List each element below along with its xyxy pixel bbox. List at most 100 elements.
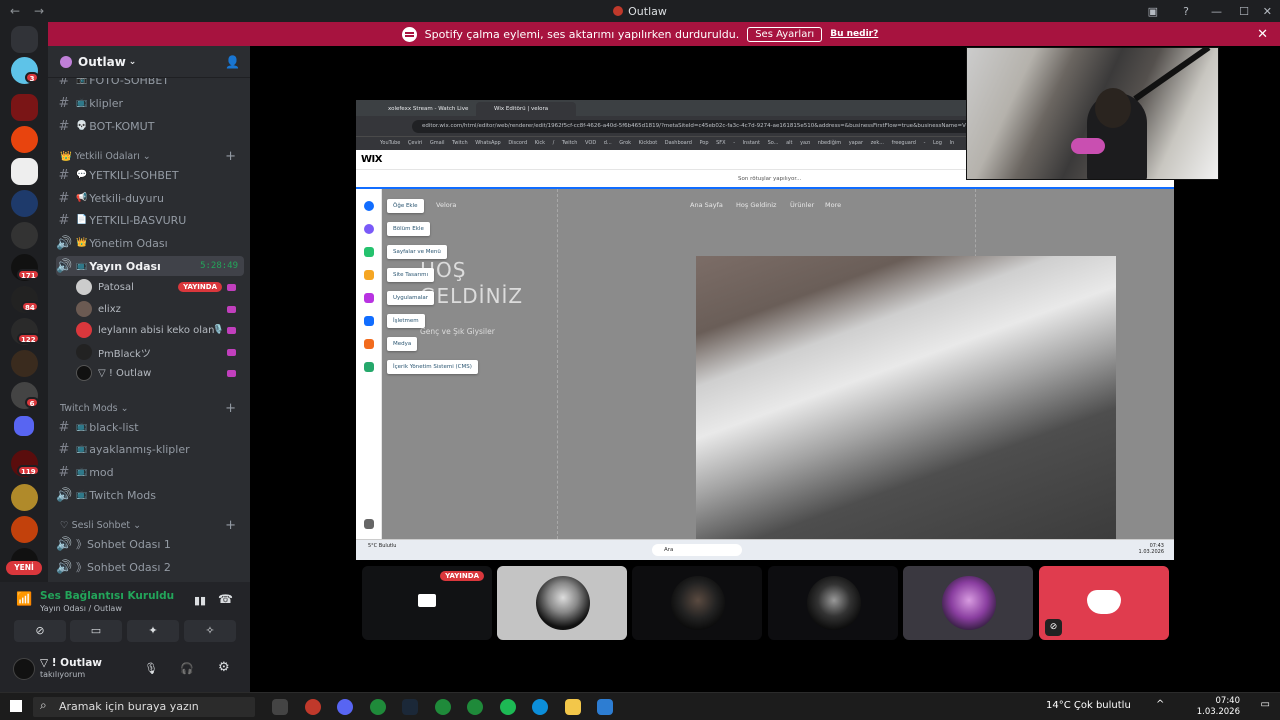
url-field[interactable]: editor.wix.com/html/editor/web/renderer/…: [412, 119, 1012, 133]
noise-suppression-icon[interactable]: ▮▮: [194, 594, 206, 607]
site-nav-item[interactable]: Hoş Geldiniz: [736, 201, 776, 209]
add-channel-icon[interactable]: +: [225, 518, 236, 533]
participant-tile[interactable]: [632, 566, 762, 640]
voice-user[interactable]: PmBlackツ: [76, 342, 242, 362]
server-icon[interactable]: [11, 222, 38, 249]
cms-icon[interactable]: [364, 362, 374, 372]
settings-gear-icon[interactable]: ⚙: [218, 660, 230, 675]
channel-sohbet-odasi-1[interactable]: 🔊 》Sohbet Odası 1: [56, 534, 244, 554]
site-nav-item[interactable]: Ana Sayfa: [690, 201, 723, 209]
menu-add-element[interactable]: Öğe Ekle: [387, 199, 424, 213]
app-icon[interactable]: [305, 699, 321, 715]
what-is-this-link[interactable]: Bu nedir?: [830, 29, 878, 39]
start-icon[interactable]: [10, 700, 22, 712]
channel-mod[interactable]: # 📺 mod: [56, 462, 244, 482]
browser-tab-active[interactable]: Wix Editörü | velora: [476, 102, 576, 116]
pages-icon[interactable]: [364, 247, 374, 257]
server-icon[interactable]: 6: [11, 382, 39, 409]
voice-user[interactable]: leylanın abisi keko olan 🎙️: [76, 320, 242, 340]
inbox-icon[interactable]: ▣: [1148, 0, 1158, 22]
chrome-icon[interactable]: [435, 699, 451, 715]
microphone-icon[interactable]: 🎙: [144, 662, 158, 675]
participant-tile-stream[interactable]: YAYINDA: [362, 566, 492, 640]
participant-tile-discord[interactable]: ⊘: [1039, 566, 1169, 640]
voice-channel-path[interactable]: Yayın Odası / Outlaw: [40, 604, 122, 613]
channel-yetkili-duyuru[interactable]: # 📢 Yetkili-duyuru: [56, 188, 244, 208]
server-icon[interactable]: 119: [11, 450, 40, 477]
design-icon[interactable]: [364, 270, 374, 280]
channel-yonetim-odasi[interactable]: 🔊 👑 Yönetim Odası: [56, 233, 244, 253]
channel-twitch-mods-voice[interactable]: 🔊 📺 Twitch Mods: [56, 485, 244, 505]
participant-tile[interactable]: [903, 566, 1033, 640]
menu-cms[interactable]: İçerik Yönetim Sistemi (CMS): [387, 360, 478, 374]
close-notice-icon[interactable]: ✕: [1257, 27, 1268, 42]
category-twitch[interactable]: Twitch Mods ⌄ +: [60, 400, 240, 416]
browser-tab[interactable]: xolefexx Stream - Watch Live o...: [370, 102, 474, 126]
participant-tile[interactable]: [768, 566, 898, 640]
category-sesli[interactable]: ♡ Sesli Sohbet ⌄ +: [60, 517, 240, 533]
menu-pages[interactable]: Sayfalar ve Menü: [387, 245, 447, 259]
audio-settings-button[interactable]: Ses Ayarları: [747, 26, 823, 42]
channel-black-list[interactable]: # 📺 black-list: [56, 417, 244, 437]
business-icon[interactable]: [364, 316, 374, 326]
taskbar-weather[interactable]: 14°C Çok bulutlu: [1046, 700, 1131, 711]
maximize-icon[interactable]: ☐: [1239, 0, 1249, 22]
headphones-icon[interactable]: 🎧: [180, 662, 194, 675]
voice-user[interactable]: Patosal YAYINDA: [76, 277, 242, 297]
layers-icon[interactable]: [364, 519, 374, 529]
apps-icon[interactable]: [364, 293, 374, 303]
server-header[interactable]: Outlaw ⌄ 👤: [48, 46, 250, 78]
edge-icon[interactable]: [532, 699, 548, 715]
taskbar-clock[interactable]: 07:40 1.03.2026: [1197, 696, 1240, 718]
steam-icon[interactable]: [402, 699, 418, 715]
server-synox-icon[interactable]: [11, 190, 38, 217]
soundboard-icon[interactable]: ✧: [184, 620, 236, 642]
close-icon[interactable]: ✕: [1263, 0, 1272, 22]
channel-bot-komut[interactable]: # 💀 BOT-KOMUT: [56, 116, 244, 136]
server-icon[interactable]: 171: [11, 254, 40, 281]
site-nav-item[interactable]: More: [825, 201, 841, 209]
menu-site-design[interactable]: Site Tasarımı: [387, 268, 435, 282]
spotify-icon[interactable]: [500, 699, 516, 715]
tray-chevron-icon[interactable]: ^: [1156, 699, 1164, 710]
channel-ayaklanmis-klipler[interactable]: # 📺 ayaklanmış-klipler: [56, 439, 244, 459]
add-channel-icon[interactable]: +: [225, 149, 236, 164]
site-nav-item[interactable]: Ürünler: [790, 201, 814, 209]
voice-user[interactable]: elixz: [76, 299, 242, 319]
channel-klipler[interactable]: # 📺 klipler: [56, 93, 244, 113]
screen-share-icon[interactable]: ▭: [70, 620, 122, 642]
server-icon[interactable]: 122: [11, 318, 40, 345]
category-yetkili[interactable]: 👑 Yetkili Odaları ⌄ +: [60, 148, 240, 164]
app-icon[interactable]: [597, 699, 613, 715]
media-icon[interactable]: [364, 339, 374, 349]
channel-sohbet-odasi-2[interactable]: 🔊 》Sohbet Odası 2: [56, 557, 244, 577]
add-member-icon[interactable]: 👤: [225, 55, 240, 69]
task-view-icon[interactable]: [272, 699, 288, 715]
help-icon[interactable]: ?: [1183, 0, 1189, 22]
add-channel-icon[interactable]: +: [225, 401, 236, 416]
disconnect-icon[interactable]: ☎: [218, 592, 233, 606]
menu-add-section[interactable]: Bölüm Ekle: [387, 222, 430, 236]
server-icon[interactable]: [11, 158, 38, 185]
activity-icon[interactable]: ✦: [127, 620, 179, 642]
voice-status[interactable]: Ses Bağlantısı Kuruldu: [40, 590, 174, 602]
add-element-icon[interactable]: [364, 201, 374, 211]
taskbar-search-box[interactable]: Aramak için buraya yazın: [33, 697, 255, 717]
notification-icon[interactable]: ▭: [1261, 699, 1270, 710]
server-icon[interactable]: 3: [11, 57, 39, 84]
server-icon[interactable]: 84: [11, 286, 39, 313]
menu-apps[interactable]: Uygulamalar: [387, 291, 435, 305]
discord-icon[interactable]: [337, 699, 353, 715]
server-fedora-icon[interactable]: [11, 484, 38, 511]
server-icon[interactable]: [11, 516, 38, 543]
add-section-icon[interactable]: [364, 224, 374, 234]
camera-toggle-icon[interactable]: ⊘: [14, 620, 66, 642]
participant-tile[interactable]: [497, 566, 627, 640]
server-outlaw-icon[interactable]: [11, 94, 38, 121]
chrome-icon[interactable]: [370, 699, 386, 715]
menu-media[interactable]: Medya: [387, 337, 418, 351]
server-icon[interactable]: [11, 126, 38, 153]
discord-home-icon[interactable]: [11, 26, 38, 53]
channel-yetkili-basvuru[interactable]: # 📄 YETKILI-BASVURU: [56, 210, 244, 230]
channel-yayin-odasi[interactable]: 🔊 📺 Yayın Odası 5:28:49: [56, 256, 244, 276]
